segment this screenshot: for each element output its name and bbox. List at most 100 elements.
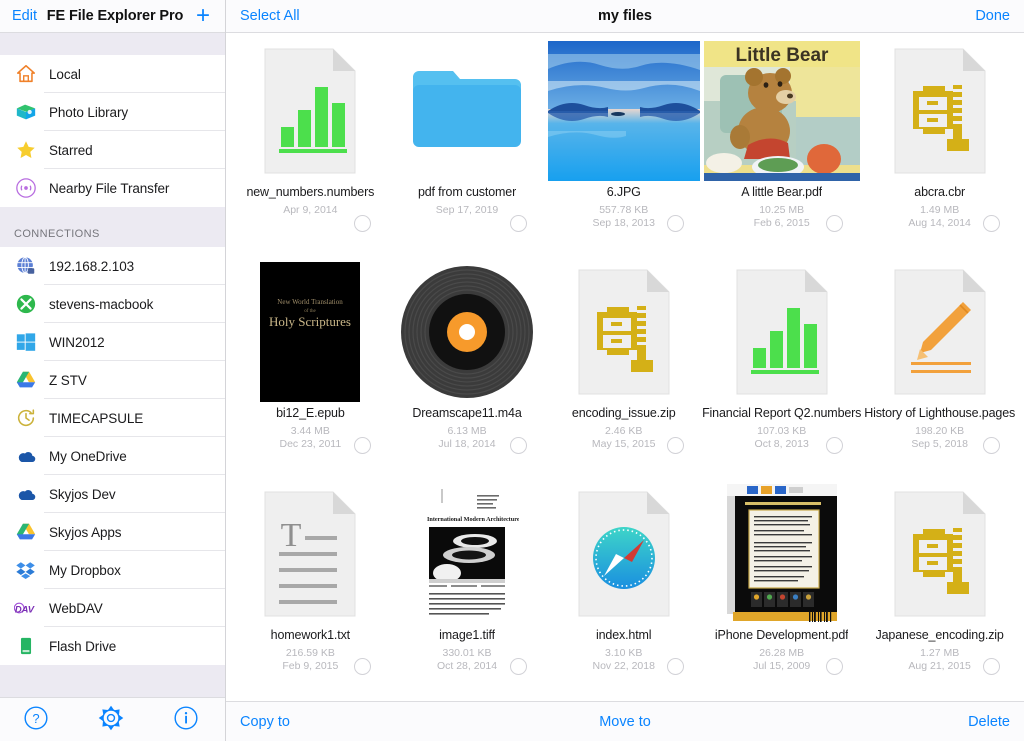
sidebar-item-label: stevens-macbook [49, 296, 154, 312]
file-grid: new_numbers.numbers Apr 9, 2014 pdf from… [226, 33, 1024, 701]
file-item[interactable]: new_numbers.numbers Apr 9, 2014 [232, 37, 389, 258]
file-date: Jul 15, 2009 [753, 659, 811, 672]
file-date: May 15, 2015 [591, 438, 656, 451]
sidebar-item-192-168-2-103[interactable]: 192.168.2.103 [0, 247, 225, 285]
sidebar-connections-group: 192.168.2.103 stevens-macbook WIN2012 Z … [0, 247, 225, 665]
file-date: Apr 9, 2014 [283, 204, 338, 216]
sidebar-item-starred[interactable]: Starred [0, 131, 225, 169]
file-size: 26.28 MB [759, 646, 805, 659]
vinyl-record-icon [389, 262, 546, 402]
delete-button[interactable]: Delete [968, 714, 1010, 730]
windows-icon [14, 330, 38, 354]
file-item[interactable]: Little Bear A little Bear.pdf 10.25 MB F… [702, 37, 861, 258]
select-radio[interactable] [826, 215, 844, 233]
file-meta: Sep 17, 2019 [436, 204, 498, 217]
file-item[interactable]: 6.JPG 557.78 KB Sep 18, 2013 [545, 37, 702, 258]
select-radio[interactable] [510, 215, 528, 233]
select-radio[interactable] [826, 657, 844, 675]
network-globe-icon [14, 254, 38, 278]
select-radio[interactable] [983, 657, 1000, 675]
file-meta: 216.59 KB Feb 9, 2015 [282, 647, 338, 673]
sidebar-item-flash-drive[interactable]: Flash Drive [0, 627, 225, 665]
sidebar-item-label: Skyjos Dev [49, 486, 116, 502]
apress-book-back-thumb [702, 483, 861, 624]
google-drive-icon [14, 520, 38, 544]
file-name: bi12_E.epub [276, 406, 345, 421]
connections-section-header: CONNECTIONS [0, 207, 225, 247]
done-button[interactable]: Done [975, 8, 1010, 24]
file-size: 2.46 KB [605, 425, 643, 438]
file-date: Sep 17, 2019 [435, 204, 499, 216]
sidebar-item-win2012[interactable]: WIN2012 [0, 323, 225, 361]
file-size: 557.78 KB [599, 204, 649, 216]
archive-doc-icon [861, 484, 1018, 624]
file-size: 198.20 KB [915, 425, 965, 438]
file-name: Japanese_encoding.zip [875, 627, 1004, 642]
info-icon[interactable] [173, 705, 203, 735]
file-item[interactable]: Japanese_encoding.zip 1.27 MB Aug 21, 20… [861, 480, 1018, 701]
sidebar-item-label: WIN2012 [49, 334, 105, 350]
select-radio[interactable] [667, 657, 685, 675]
text-doc-icon: T [232, 484, 389, 624]
file-size: 107.03 KB [757, 425, 807, 438]
file-item[interactable]: New World Translation of the Holy Script… [232, 258, 389, 479]
file-item[interactable]: pdf from customer Sep 17, 2019 [389, 37, 546, 258]
file-item[interactable]: International Modern Architecture image1… [389, 480, 546, 701]
file-name: Dreamscape11.m4a [412, 406, 522, 421]
file-item[interactable]: Dreamscape11.m4a 6.13 MB Jul 18, 2014 [389, 258, 546, 479]
select-radio[interactable] [667, 436, 685, 454]
sidebar-item-stevens-macbook[interactable]: stevens-macbook [0, 285, 225, 323]
dropbox-icon [14, 558, 38, 582]
file-item[interactable]: Financial Report Q2.numbers 107.03 KB Oc… [702, 258, 861, 479]
file-item[interactable]: iPhone Development.pdf 26.28 MB Jul 15, … [702, 480, 861, 701]
file-meta: 26.28 MB Jul 15, 2009 [753, 647, 810, 673]
select-radio[interactable] [510, 436, 528, 454]
file-name: new_numbers.numbers [246, 185, 375, 199]
lake-photo-thumb [545, 41, 702, 181]
file-item[interactable]: History of Lighthouse.pages 198.20 KB Se… [861, 258, 1018, 479]
file-size: 1.27 MB [920, 646, 960, 659]
bottom-toolbar: Copy to Move to Delete [226, 701, 1024, 741]
select-all-button[interactable]: Select All [240, 8, 300, 24]
file-size: 6.13 MB [447, 425, 487, 438]
nearby-transfer-icon [14, 176, 38, 200]
select-radio[interactable] [353, 657, 371, 675]
sidebar-item-my-onedrive[interactable]: My OneDrive [0, 437, 225, 475]
sidebar-item-webdav[interactable]: DAV WebDAV [0, 589, 225, 627]
sidebar-item-label: Photo Library [49, 104, 128, 120]
file-meta: 1.27 MB Aug 21, 2015 [908, 647, 970, 673]
sidebar-item-timecapsule[interactable]: TIMECAPSULE [0, 399, 225, 437]
sidebar-item-label: My OneDrive [49, 448, 127, 464]
select-radio[interactable] [983, 215, 1000, 233]
help-icon[interactable]: ? [23, 705, 53, 735]
sidebar-item-skyjos-dev[interactable]: Skyjos Dev [0, 475, 225, 513]
edit-button[interactable]: Edit [12, 8, 37, 24]
scanned-article-thumb: International Modern Architecture [389, 484, 546, 624]
select-radio[interactable] [353, 215, 371, 233]
select-radio[interactable] [983, 436, 1000, 454]
file-date: Aug 14, 2014 [908, 217, 971, 229]
file-meta: 198.20 KB Sep 5, 2018 [911, 425, 968, 451]
select-radio[interactable] [510, 657, 528, 675]
file-date: Oct 28, 2014 [436, 659, 498, 672]
archive-doc-icon [861, 41, 1018, 181]
add-connection-button[interactable]: + [193, 4, 213, 28]
sidebar-item-photo-library[interactable]: Photo Library [0, 93, 225, 131]
sidebar-item-nearby-file-transfer[interactable]: Nearby File Transfer [0, 169, 225, 207]
sidebar-places-group: Local Photo Library Starred Nearby File … [0, 55, 225, 207]
file-item[interactable]: encoding_issue.zip 2.46 KB May 15, 2015 [545, 258, 702, 479]
move-to-button[interactable]: Move to [226, 714, 1024, 730]
gear-icon[interactable] [98, 705, 128, 735]
onedrive-icon [14, 482, 38, 506]
sidebar-item-my-dropbox[interactable]: My Dropbox [0, 551, 225, 589]
select-radio[interactable] [826, 436, 844, 454]
select-radio[interactable] [353, 436, 371, 454]
select-radio[interactable] [667, 215, 685, 233]
file-item[interactable]: index.html 3.10 KB Nov 22, 2018 [545, 480, 702, 701]
sidebar-item-skyjos-apps[interactable]: Skyjos Apps [0, 513, 225, 551]
file-item[interactable]: abcra.cbr 1.49 MB Aug 14, 2014 [861, 37, 1018, 258]
file-name: abcra.cbr [914, 185, 966, 199]
file-item[interactable]: T homework1.txt 216.59 KB Feb 9, 2015 [232, 480, 389, 701]
sidebar-item-z-stv[interactable]: Z STV [0, 361, 225, 399]
sidebar-item-local[interactable]: Local [0, 55, 225, 93]
